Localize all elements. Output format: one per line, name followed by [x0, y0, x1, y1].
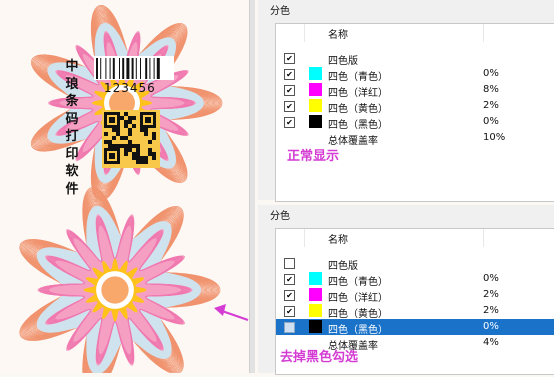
separation-checkbox[interactable]: ✔	[284, 117, 295, 128]
panel-title: 分色	[270, 211, 290, 222]
separation-checkbox[interactable]	[284, 258, 295, 269]
coverage-percent: 0%	[483, 273, 499, 284]
yellow-swatch	[309, 304, 322, 317]
column-header-name[interactable]: 名称	[328, 26, 348, 41]
separation-name: 四色（青色）	[328, 277, 388, 288]
coverage-percent: 10%	[483, 132, 506, 143]
magenta-swatch	[309, 83, 322, 96]
separation-name: 四色（洋红）	[328, 88, 388, 99]
panel-title: 分色	[270, 6, 290, 17]
list-item[interactable]: ✔ 四色（黄色） 2%	[276, 98, 554, 115]
separation-panel-black-off: 分色 名称 四色版 ✔ 四色（青色） 0% ✔ 四色（洋红） 2% ✔ 四色（黄色） 2% 四色（黑…	[258, 205, 554, 375]
separation-checkbox[interactable]: ✔	[284, 306, 295, 317]
separation-name: 四色（黄色）	[328, 104, 388, 115]
separation-name: 四色版	[328, 261, 358, 272]
caption-black-unchecked: 去掉黑色勾选	[280, 350, 359, 365]
separation-checkbox[interactable]: ✔	[284, 69, 295, 80]
black-swatch	[309, 320, 322, 333]
coverage-percent: 2%	[483, 305, 499, 316]
separation-checkbox[interactable]: ✔	[284, 85, 295, 96]
separation-name: 四色（洋红）	[328, 293, 388, 304]
coverage-percent: 2%	[483, 289, 499, 300]
list-item[interactable]: ✔ 四色（洋红） 8%	[276, 82, 554, 99]
separation-name: 四色（黑色）	[328, 325, 388, 336]
magenta-swatch	[309, 288, 322, 301]
yellow-swatch	[309, 99, 322, 112]
caption-normal: 正常显示	[287, 149, 340, 164]
separation-checkbox[interactable]: ✔	[284, 53, 295, 64]
coverage-percent: 0%	[483, 321, 499, 332]
separation-name: 四色（青色）	[328, 72, 388, 83]
separation-checkbox[interactable]: ✔	[284, 274, 295, 285]
arrow-icon	[214, 304, 249, 321]
coverage-percent: 2%	[483, 100, 499, 111]
list-item[interactable]: ✔ 四色（青色） 0%	[276, 271, 554, 288]
list-item[interactable]: 总体覆盖率 10%	[276, 130, 554, 147]
cyan-swatch	[309, 272, 322, 285]
list-item[interactable]: ✔ 四色版	[276, 50, 554, 67]
black-swatch	[309, 115, 322, 128]
bottom-rosette	[19, 187, 221, 377]
coverage-percent: 8%	[483, 84, 499, 95]
vertical-brand-text: 中 琅 条 码 打 印 软 件	[65, 59, 79, 197]
guilloche-artwork	[19, 4, 249, 377]
list-header: 名称	[276, 229, 554, 247]
list-item[interactable]: 四色版	[276, 255, 554, 272]
splitter[interactable]	[249, 0, 255, 373]
barcode-number: 123456	[104, 81, 156, 95]
list-item[interactable]: ✔ 四色（黑色） 0%	[276, 114, 554, 131]
cyan-swatch	[309, 67, 322, 80]
artwork-preview: 中 琅 条 码 打 印 软 件 123456	[0, 0, 250, 377]
separation-checkbox[interactable]: ✔	[284, 290, 295, 301]
coverage-percent: 4%	[483, 337, 499, 348]
list-item[interactable]: ✔ 四色（洋红） 2%	[276, 287, 554, 304]
separation-name: 四色（黑色）	[328, 120, 388, 131]
separation-panel-normal: 分色 名称 ✔ 四色版 ✔ 四色（青色） 0% ✔ 四色（洋红） 8% ✔ 四色（黄色） 2% ✔ 四色…	[258, 0, 554, 202]
top-rosette	[30, 4, 223, 202]
column-header-name[interactable]: 名称	[328, 231, 348, 246]
coverage-percent: 0%	[483, 116, 499, 127]
separation-name: 四色（黄色）	[328, 309, 388, 320]
separation-checkbox[interactable]	[284, 322, 295, 333]
separation-list: 名称 ✔ 四色版 ✔ 四色（青色） 0% ✔ 四色（洋红） 8% ✔ 四色（黄色） 2% ✔ 四色（黑色…	[275, 23, 554, 202]
qr-code	[102, 110, 160, 168]
list-item[interactable]: ✔ 四色（黄色） 2%	[276, 303, 554, 320]
barcode	[94, 56, 174, 80]
list-item[interactable]: 四色（黑色） 0%	[276, 319, 554, 336]
coverage-percent: 0%	[483, 68, 499, 79]
list-header: 名称	[276, 24, 554, 42]
separation-checkbox[interactable]: ✔	[284, 101, 295, 112]
list-item[interactable]: ✔ 四色（青色） 0%	[276, 66, 554, 83]
separation-name: 四色版	[328, 56, 358, 67]
